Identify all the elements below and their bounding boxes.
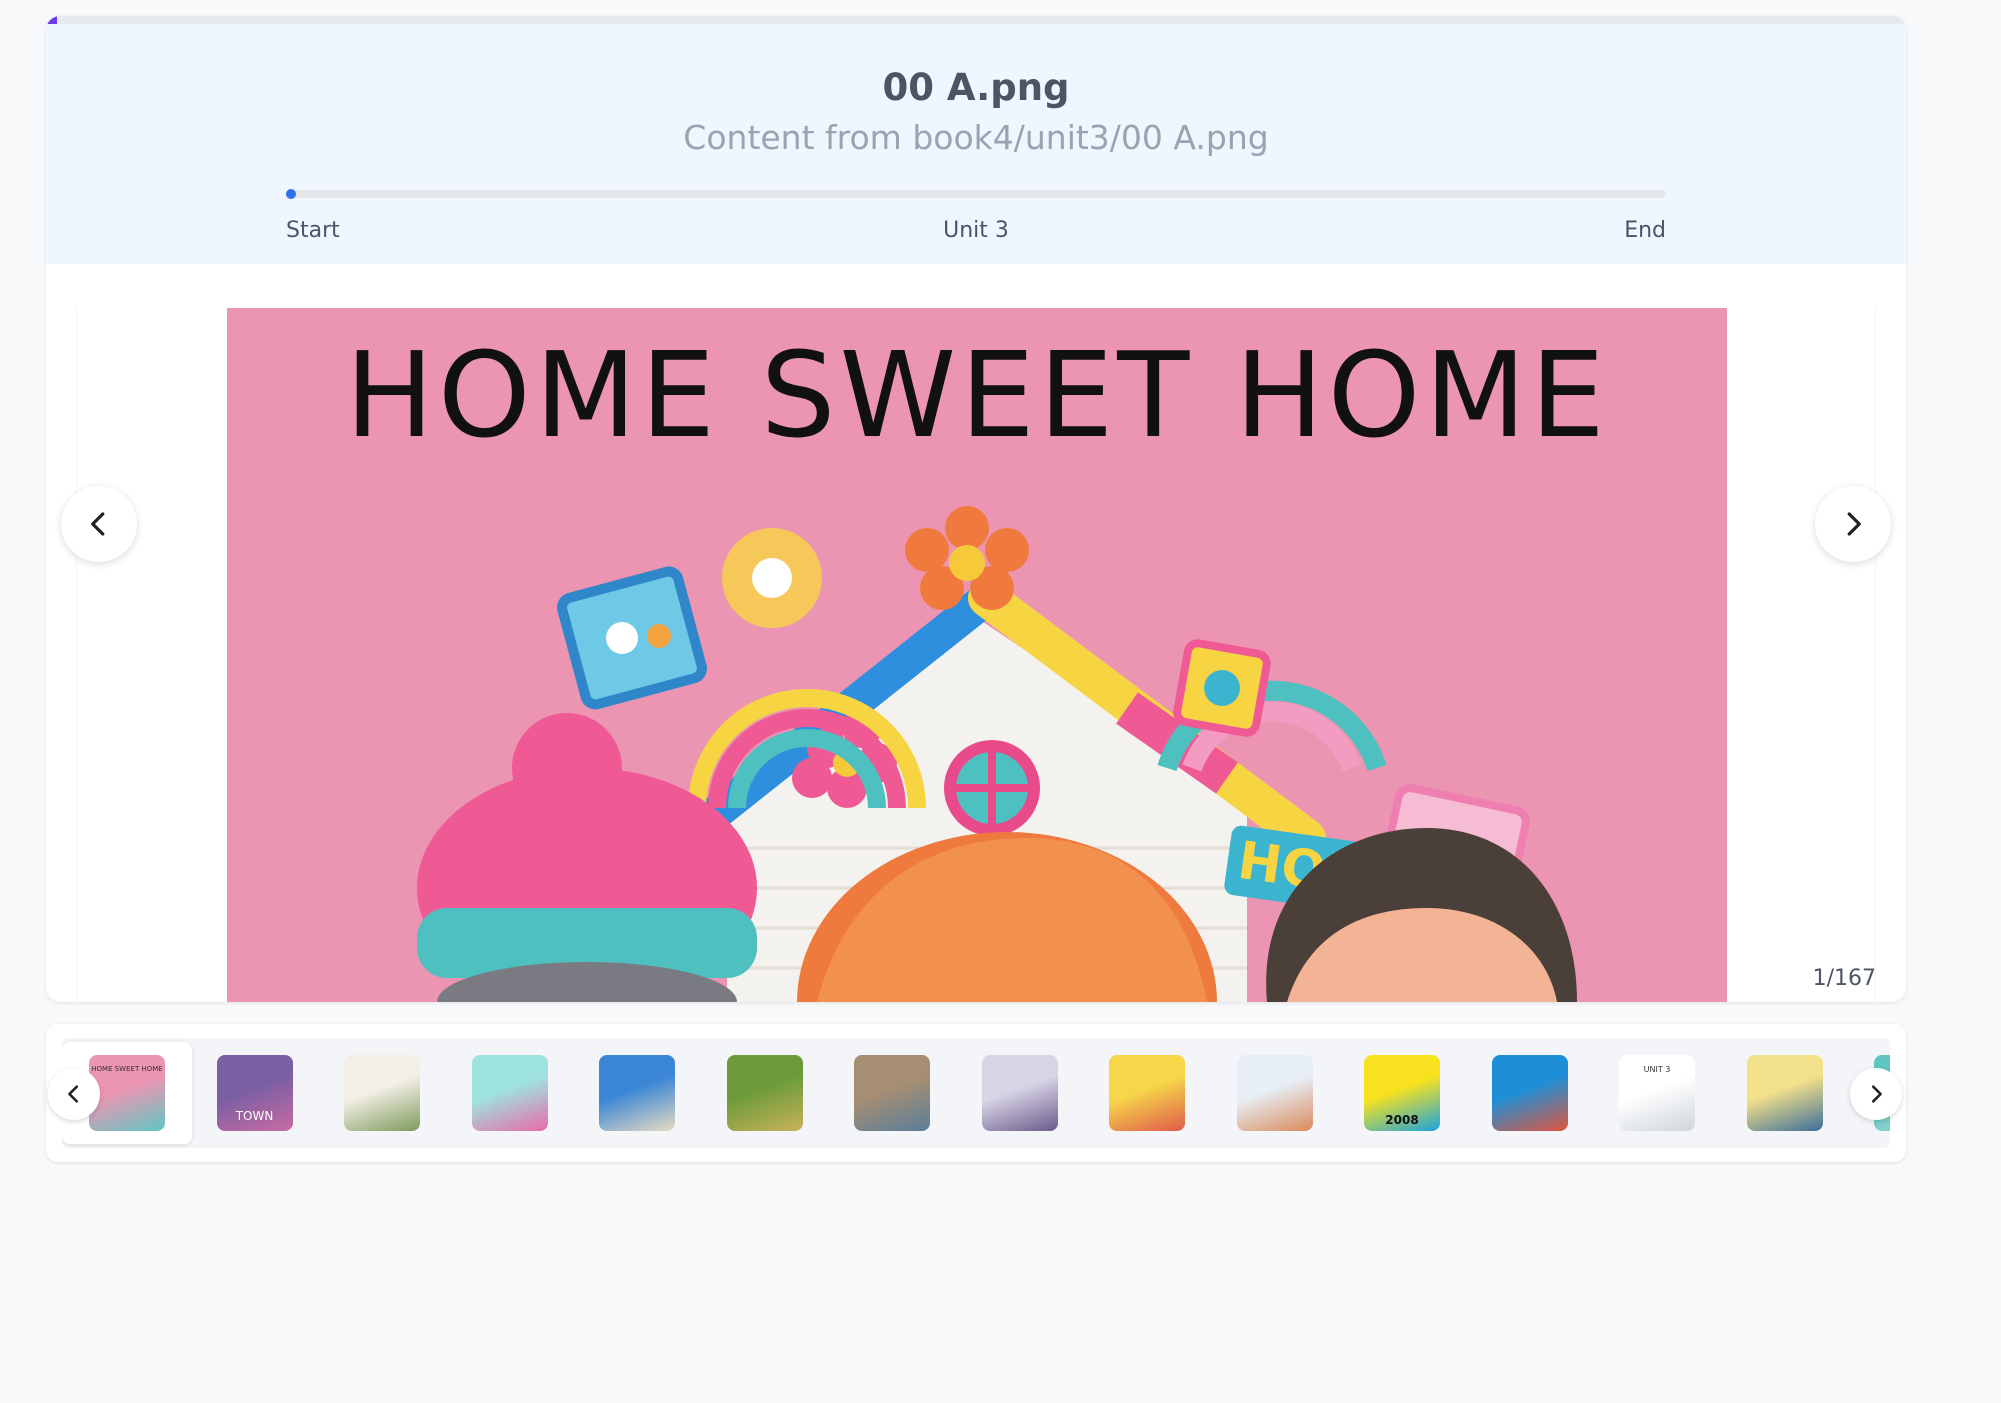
prev-slide-button[interactable] <box>61 486 137 562</box>
thumbnail-image <box>726 1055 803 1131</box>
thumbnail-prev-button[interactable] <box>48 1068 100 1120</box>
thumbnail-strip: HOME SWEET HOME TOWN 2008 UNIT 3 <box>46 1024 1906 1162</box>
top-progress-bar <box>46 16 1906 24</box>
thumbnail-image <box>599 1055 675 1131</box>
thumbnail-caption: TOWN <box>235 1109 274 1123</box>
thumb-12[interactable] <box>1465 1042 1595 1144</box>
unit-progress-track[interactable] <box>286 189 1666 199</box>
top-progress-fill <box>46 16 58 24</box>
thumbnail-image: UNIT 3 <box>1619 1055 1695 1131</box>
thumb-9[interactable] <box>1082 1042 1212 1144</box>
chevron-right-icon <box>1847 512 1861 536</box>
page-subtitle: Content from book4/unit3/00 A.png <box>683 118 1269 157</box>
viewer-card: 00 A.png Content from book4/unit3/00 A.p… <box>46 16 1906 1002</box>
thumbnail-image <box>1109 1055 1185 1131</box>
thumbnail-image: 2008 <box>1364 1055 1440 1131</box>
thumb-5[interactable] <box>572 1042 702 1144</box>
unit-progress-indicator[interactable] <box>286 189 296 199</box>
thumbnail-image: HOME SWEET HOME <box>89 1055 165 1131</box>
slide-viewer: HOME SWEET HOME <box>76 308 1876 1002</box>
header-panel: 00 A.png Content from book4/unit3/00 A.p… <box>46 24 1906 264</box>
slide-image: HOME SWEET HOME <box>227 308 1727 1002</box>
thumbnail-image <box>344 1055 420 1131</box>
thumb-3[interactable] <box>317 1042 447 1144</box>
next-slide-button[interactable] <box>1815 486 1891 562</box>
thumbnail-caption: HOME SWEET HOME <box>91 1065 163 1073</box>
thumb-6[interactable] <box>700 1042 830 1144</box>
slide-counter: 1/167 <box>1812 966 1876 991</box>
thumb-13[interactable]: UNIT 3 <box>1592 1042 1722 1144</box>
thumbnail-image: TOWN <box>216 1055 293 1131</box>
chevron-right-icon <box>1871 1085 1882 1103</box>
slide-illustration: HOME <box>417 506 1577 1002</box>
thumbnail-caption: 2008 <box>1385 1113 1419 1127</box>
thumb-8[interactable] <box>955 1042 1085 1144</box>
thumb-11[interactable]: 2008 <box>1337 1042 1467 1144</box>
thumb-10[interactable] <box>1210 1042 1340 1144</box>
chevron-left-icon <box>91 512 105 536</box>
thumbnail-track: HOME SWEET HOME TOWN 2008 UNIT 3 <box>62 1038 1890 1148</box>
thumbnail-image <box>1746 1055 1823 1131</box>
thumbnail-next-button[interactable] <box>1850 1068 1902 1120</box>
page-title: 00 A.png <box>882 66 1070 109</box>
thumb-14[interactable] <box>1720 1042 1850 1144</box>
thumbnail-image <box>854 1055 930 1131</box>
thumbnail-image <box>981 1055 1058 1131</box>
thumbnail-image <box>471 1055 548 1131</box>
thumbnail-caption: UNIT 3 <box>1643 1065 1671 1074</box>
thumb-2[interactable]: TOWN <box>190 1042 320 1144</box>
slide-title-text: HOME SWEET HOME <box>345 326 1609 464</box>
thumbnail-image <box>1491 1055 1568 1131</box>
thumbnail-image <box>1236 1055 1313 1131</box>
thumb-7[interactable] <box>827 1042 957 1144</box>
chevron-left-icon <box>68 1085 79 1103</box>
progress-end-label: End <box>1624 218 1666 243</box>
thumb-4[interactable] <box>445 1042 575 1144</box>
